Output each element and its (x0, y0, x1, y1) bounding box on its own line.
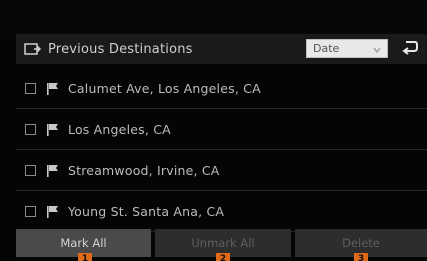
flag-icon (46, 205, 60, 218)
delete-label: Delete (342, 236, 380, 250)
unmark-all-label: Unmark All (191, 236, 255, 250)
destinations-icon (24, 42, 42, 56)
list-item[interactable]: Calumet Ave, Los Angeles, CA (16, 68, 427, 109)
select-checkbox[interactable] (25, 205, 36, 217)
select-checkbox[interactable] (25, 123, 36, 135)
destination-label: Young St. Santa Ana, CA (68, 203, 225, 219)
sort-dropdown[interactable]: Date (306, 39, 388, 58)
chevron-down-icon (373, 44, 381, 54)
page-title: Previous Destinations (48, 41, 193, 57)
status-strip (0, 0, 427, 34)
back-arrow-icon (401, 39, 419, 59)
mark-all-label: Mark All (60, 236, 107, 250)
action-bar: Mark All 1 Unmark All 2 Delete 3 (16, 229, 427, 261)
list-item[interactable]: Los Angeles, CA (16, 109, 427, 150)
destination-label: Calumet Ave, Los Angeles, CA (68, 80, 261, 96)
delete-button[interactable]: Delete 3 (295, 229, 427, 261)
destination-label: Streamwood, Irvine, CA (68, 162, 220, 178)
select-checkbox[interactable] (25, 164, 36, 176)
callout-badge: 1 (78, 253, 92, 261)
callout-badge: 3 (354, 253, 368, 261)
unmark-all-button[interactable]: Unmark All 2 (155, 229, 291, 261)
left-edge (0, 34, 16, 261)
flag-icon (46, 164, 60, 177)
destination-list: Calumet Ave, Los Angeles, CA Los Angeles… (16, 68, 427, 232)
sort-value: Date (313, 42, 340, 55)
flag-icon (46, 123, 60, 136)
list-header: Previous Destinations Date (16, 34, 427, 64)
callout-badge: 2 (216, 253, 230, 261)
select-checkbox[interactable] (25, 82, 36, 94)
list-item[interactable]: Young St. Santa Ana, CA (16, 191, 427, 232)
list-item[interactable]: Streamwood, Irvine, CA (16, 150, 427, 191)
back-button[interactable] (399, 38, 421, 60)
mark-all-button[interactable]: Mark All 1 (16, 229, 151, 261)
destination-label: Los Angeles, CA (68, 121, 171, 137)
flag-icon (46, 82, 60, 95)
previous-destinations-screen: Previous Destinations Date Calumet Ave, … (0, 0, 427, 261)
